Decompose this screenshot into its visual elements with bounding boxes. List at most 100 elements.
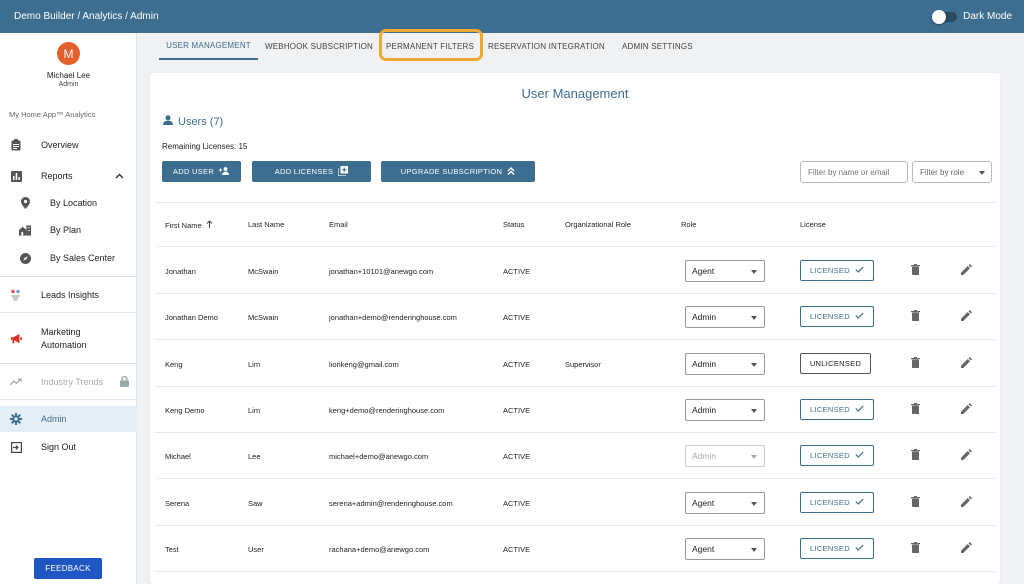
role-select[interactable]: Admin (685, 398, 765, 421)
sidebar-item-label: By Plan (50, 224, 82, 235)
cell-status: ACTIVE (503, 359, 531, 369)
role-select[interactable]: Agent (685, 260, 765, 282)
add-user-button[interactable]: ADD USER (162, 161, 241, 182)
sidebar-item-reports[interactable]: Reports (0, 163, 137, 189)
role-select[interactable]: Admin (685, 352, 765, 375)
bar-chart-icon (10, 170, 22, 182)
table-row: Michael Lee michael+demo@anewgo.com ACTI… (155, 433, 995, 480)
license-label: LICENSED (810, 266, 850, 275)
column-license[interactable]: License (800, 220, 826, 229)
table-row: Serena Saw serena+admin@renderinghouse.c… (155, 480, 995, 526)
check-icon (855, 312, 864, 321)
tab-webhook-subscription[interactable]: WEBHOOK SUBSCRIPTION (265, 33, 373, 60)
delete-icon[interactable] (911, 264, 920, 277)
sidebar-item-label: Marketing (41, 327, 81, 337)
role-filter-select[interactable]: Filter by role (912, 161, 992, 183)
sidebar-item-marketing-automation[interactable]: Marketing Automation (0, 324, 137, 354)
column-email[interactable]: Email (329, 220, 348, 229)
search-input[interactable] (800, 161, 908, 183)
sidebar-item-leads-insights[interactable]: Leads Insights (0, 282, 137, 308)
edit-icon[interactable] (961, 495, 972, 509)
sidebar-item-label: Industry Trends (41, 376, 104, 387)
sidebar-item-sign-out[interactable]: Sign Out (0, 434, 137, 460)
cell-email: lionkeng@gmail.com (329, 359, 399, 369)
tab-admin-settings[interactable]: ADMIN SETTINGS (622, 33, 693, 60)
role-select[interactable]: Admin (685, 445, 765, 468)
sidebar-divider (0, 312, 137, 313)
cell-last-name: Saw (248, 498, 263, 508)
cell-status: ACTIVE (503, 498, 531, 508)
edit-icon[interactable] (961, 541, 972, 555)
avatar[interactable]: M (57, 42, 80, 65)
sidebar-item-by-plan[interactable]: By Plan (0, 217, 137, 243)
cell-last-name: Lim (248, 359, 261, 369)
sidebar-item-label: By Location (50, 197, 98, 208)
remaining-licenses: Remaining Licenses: 15 (162, 142, 248, 151)
cell-first-name: Michael (165, 452, 191, 462)
delete-icon[interactable] (911, 495, 920, 509)
license-button[interactable]: LICENSED (800, 491, 874, 513)
column-role[interactable]: Role (681, 220, 696, 229)
tab-user-management[interactable]: USER MANAGEMENT (159, 33, 258, 60)
tab-highlight-outline (379, 29, 483, 61)
cell-email: jonathan+demo@renderinghouse.com (329, 313, 457, 323)
compass-icon (19, 252, 31, 264)
edit-icon[interactable] (961, 264, 972, 277)
role-select[interactable]: Agent (685, 491, 765, 514)
role-select[interactable]: Agent (685, 537, 765, 560)
cell-org-role: Supervisor (565, 359, 601, 369)
feedback-button[interactable]: FEEDBACK (34, 558, 102, 579)
edit-icon[interactable] (961, 449, 972, 462)
sidebar-item-by-location[interactable]: By Location (0, 190, 137, 216)
delete-icon[interactable] (911, 356, 920, 370)
delete-icon[interactable] (911, 449, 920, 462)
license-button[interactable]: LICENSED (800, 445, 874, 467)
dark-mode-toggle[interactable]: Dark Mode (932, 9, 1012, 24)
cell-first-name: Serena (165, 498, 190, 508)
dark-mode-switch[interactable] (932, 9, 958, 24)
dropdown-caret-icon (751, 362, 757, 367)
sidebar-item-by-sales-center[interactable]: By Sales Center (0, 245, 137, 271)
license-button[interactable]: LICENSED (800, 398, 874, 420)
role-select-value: Agent (692, 266, 715, 276)
cell-email: rachana+demo@anewgo.com (329, 544, 430, 554)
delete-icon[interactable] (911, 402, 920, 416)
license-button[interactable]: LICENSED (800, 537, 874, 559)
add-licenses-button[interactable]: ADD LICENSES (252, 161, 371, 182)
add-licenses-label: ADD LICENSES (274, 167, 334, 176)
check-icon (855, 451, 864, 460)
license-button[interactable]: UNLICENSED (800, 352, 871, 374)
delete-icon[interactable] (911, 310, 920, 323)
sidebar-item-overview[interactable]: Overview (0, 132, 137, 158)
edit-icon[interactable] (961, 356, 972, 370)
edit-icon[interactable] (961, 402, 972, 416)
column-first-name[interactable]: First Name (165, 220, 213, 230)
dark-mode-label: Dark Mode (963, 11, 1012, 22)
table-row: Keng Demo Lim keng+demo@renderinghouse.c… (155, 387, 995, 433)
column-last-name[interactable]: Last Name (248, 220, 284, 229)
cell-last-name: User (248, 544, 264, 554)
check-icon (855, 266, 864, 275)
upgrade-subscription-button[interactable]: UPGRADE SUBSCRIPTION (381, 161, 535, 182)
page-title: User Management (521, 86, 629, 101)
user-management-card: User Management Users (7) Remaining Lice… (150, 73, 1000, 584)
column-status[interactable]: Status (503, 220, 524, 229)
tab-reservation-integration[interactable]: RESERVATION INTEGRATION (488, 33, 605, 60)
role-filter-label: Filter by role (920, 167, 965, 177)
license-label: LICENSED (810, 497, 850, 507)
role-select-value: Admin (692, 358, 717, 369)
column-organizational-role[interactable]: Organizational Role (565, 220, 631, 229)
edit-icon[interactable] (961, 310, 972, 323)
trending-up-icon (10, 376, 22, 388)
sidebar-item-admin[interactable]: Admin (0, 406, 137, 432)
license-button[interactable]: LICENSED (800, 260, 874, 281)
cell-status: ACTIVE (503, 405, 531, 415)
role-select[interactable]: Admin (685, 306, 765, 329)
delete-icon[interactable] (911, 541, 920, 555)
dropdown-caret-icon (751, 316, 757, 321)
chevron-up-icon[interactable] (115, 171, 124, 181)
role-select-value: Admin (692, 404, 717, 415)
license-label: LICENSED (810, 312, 850, 322)
license-button[interactable]: LICENSED (800, 306, 874, 328)
cell-first-name: Keng Demo (165, 405, 205, 415)
